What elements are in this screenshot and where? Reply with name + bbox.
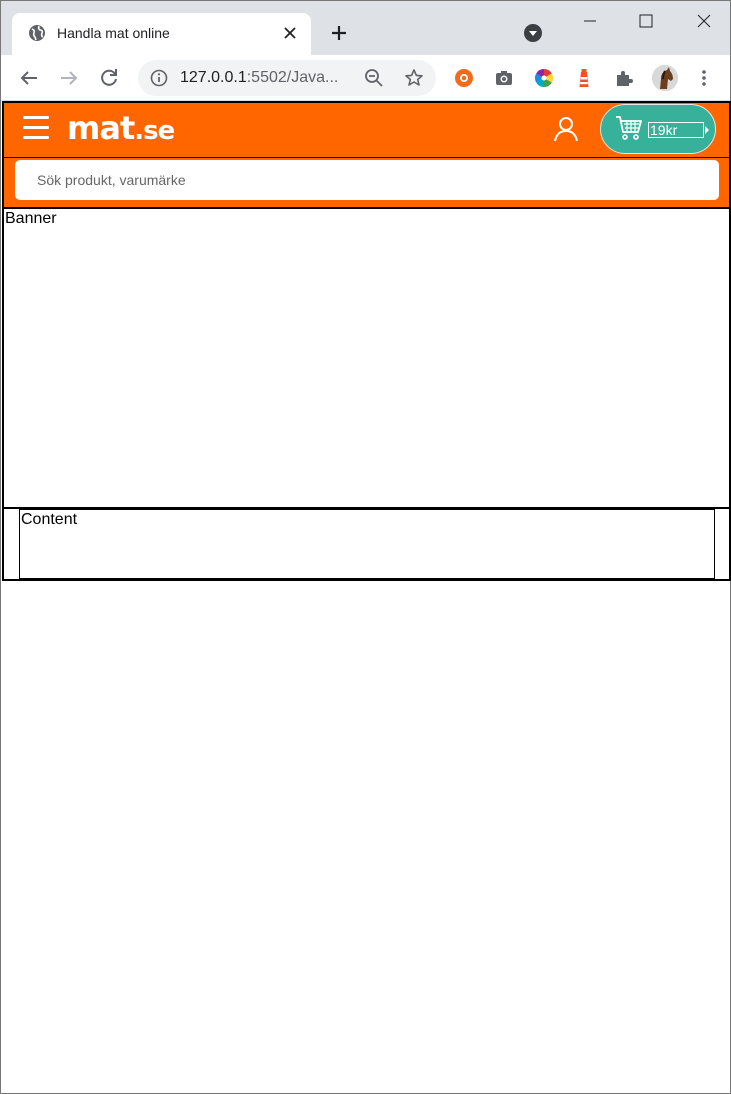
camera-icon[interactable] (494, 68, 514, 88)
new-tab-icon[interactable] (327, 21, 351, 45)
active-tab[interactable]: Handla mat online (12, 13, 311, 55)
close-tab-icon[interactable] (281, 24, 299, 42)
back-icon[interactable] (17, 66, 41, 90)
close-window-icon[interactable] (687, 9, 721, 33)
url-text[interactable]: 127.0.0.1:5502/Java... (180, 69, 338, 87)
page-content: mat.se 19kr Banner (2, 101, 731, 581)
logo-tld: .se (134, 116, 175, 146)
hamburger-line (23, 136, 49, 139)
address-bar[interactable]: 127.0.0.1:5502/Java... (138, 60, 436, 96)
forward-icon[interactable] (57, 66, 81, 90)
cart-button[interactable]: 19kr (600, 104, 716, 154)
browser-menu-icon[interactable] (694, 68, 714, 88)
horse-avatar-icon (652, 65, 678, 91)
cart-total: 19kr (648, 122, 704, 138)
tab-search-icon[interactable] (523, 23, 543, 43)
url-host: 127.0.0.1 (180, 69, 247, 86)
hamburger-menu-icon[interactable] (23, 116, 49, 140)
minimize-icon[interactable] (573, 9, 607, 33)
caret-right-icon (705, 126, 709, 134)
reload-icon[interactable] (97, 66, 121, 90)
banner-section: Banner (2, 209, 731, 509)
maximize-icon[interactable] (629, 9, 663, 33)
site-info-icon[interactable] (150, 69, 168, 87)
bookmark-star-icon[interactable] (404, 68, 424, 88)
hamburger-line (23, 116, 49, 119)
browser-toolbar: 127.0.0.1:5502/Java... (1, 55, 730, 101)
globe-icon (29, 25, 45, 41)
search-band (4, 157, 729, 207)
color-wheel-icon[interactable] (534, 68, 554, 88)
content-box: Content (19, 509, 715, 579)
banner-label: Banner (5, 210, 57, 227)
extensions-puzzle-icon[interactable] (614, 68, 634, 88)
site-logo[interactable]: mat.se (67, 109, 175, 147)
site-header: mat.se 19kr (2, 101, 731, 209)
search-input[interactable] (15, 160, 719, 200)
content-label: Content (21, 511, 78, 528)
url-path: :5502/Java... (246, 69, 339, 86)
logo-main: mat (67, 109, 135, 147)
extension-lifebuoy-icon[interactable] (454, 68, 474, 88)
profile-avatar[interactable] (652, 65, 678, 91)
tab-strip: Handla mat online (1, 1, 730, 55)
hamburger-line (23, 126, 49, 129)
zoom-out-icon[interactable] (364, 68, 384, 88)
content-section: Content (2, 509, 731, 581)
lighthouse-icon[interactable] (574, 68, 594, 88)
shopping-cart-icon (616, 116, 642, 140)
browser-window: Handla mat online 127.0.0.1:5502/Java...… (0, 0, 731, 1094)
tab-title: Handla mat online (57, 25, 170, 41)
user-account-icon[interactable] (552, 115, 580, 143)
